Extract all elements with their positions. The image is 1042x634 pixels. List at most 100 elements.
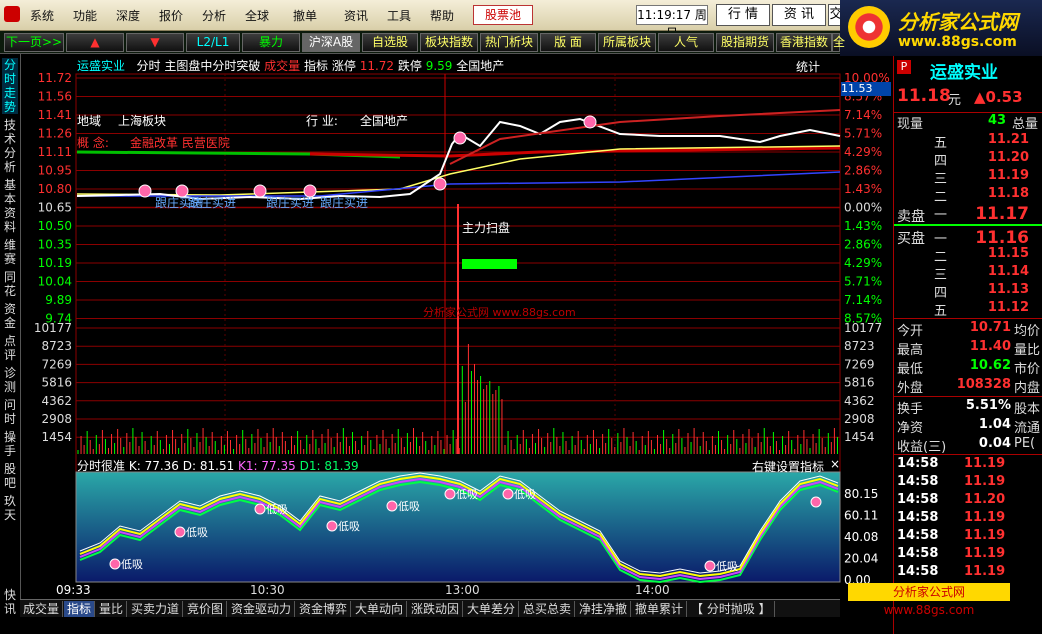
price-tick: 10.95 — [38, 164, 72, 178]
ask-price: 11.19 — [987, 168, 1029, 183]
vtab-weisai[interactable]: 维赛 — [2, 238, 18, 266]
menu-cancel-order[interactable]: 撤单 — [293, 7, 317, 24]
chart-header: 运盛实业 分时 主图盘中分时突破 成交量 指标 涨停 11.72 跌停 9.59… — [77, 57, 504, 74]
app-logo-icon — [4, 6, 20, 22]
price-tick: 11.56 — [38, 90, 72, 104]
tab-index-futures[interactable]: 股指期货 — [716, 33, 774, 52]
menu-help[interactable]: 帮助 — [430, 7, 454, 24]
toolbar: 下一页>> ▲ ▼ L2/L1 暴力 沪深A股 自选股 板块指数 热门析块 版 … — [0, 31, 845, 54]
buy-marker — [704, 560, 716, 572]
bid-price: 11.15 — [987, 246, 1029, 261]
bid-level-label: 二 — [934, 250, 948, 265]
menu-quote[interactable]: 报价 — [159, 7, 183, 24]
price-tick: 11.11 — [38, 145, 72, 159]
menu-analysis[interactable]: 分析 — [202, 7, 226, 24]
indicator-tab[interactable]: 资金驱动力 — [228, 601, 296, 617]
index-label: 指标 — [304, 59, 329, 73]
stat2-tail: PE( — [1014, 436, 1036, 451]
l2-l1-button[interactable]: L2/L1 — [186, 33, 240, 52]
vtab-flash-news[interactable]: 快讯 — [2, 588, 18, 616]
stat2-value: 0.04 — [978, 436, 1011, 451]
tab-shsz-a[interactable]: 沪深A股 — [302, 33, 360, 52]
upper-band-line — [449, 109, 841, 165]
indicator-tab[interactable]: 量比 — [96, 601, 128, 617]
stat2-row: 收益(三) 0.04 PE( — [894, 436, 1042, 455]
bid-level-label: 五 — [934, 304, 948, 319]
stat-row: 今开 10.71 均价 — [894, 320, 1042, 339]
tick-time: 14:58 — [897, 492, 939, 507]
next-page-button[interactable]: 下一页>> — [4, 33, 64, 52]
indicator-tab[interactable]: 资金博弈 — [296, 601, 352, 617]
kd-close-icon[interactable]: × — [830, 457, 840, 471]
indicator-tab[interactable]: 撤单累计 — [632, 601, 688, 617]
indicator-tab[interactable]: 大单动向 — [352, 601, 408, 617]
indicator-tab[interactable]: 涨跌动因 — [408, 601, 464, 617]
indicator-tab[interactable]: 【 分时抛吸 】 — [688, 601, 775, 617]
news-button[interactable]: 资 讯 — [772, 4, 826, 26]
indicator-tab[interactable]: 竞价图 — [184, 601, 228, 617]
bid-price: 11.16 — [975, 228, 1029, 248]
menu-depth[interactable]: 深度 — [116, 7, 140, 24]
vtab-tonghua[interactable]: 同花 — [2, 270, 18, 298]
menu-global[interactable]: 全球 — [245, 7, 269, 24]
vtab-jiutian[interactable]: 玖天 — [2, 494, 18, 522]
menu-function[interactable]: 功能 — [73, 7, 97, 24]
volume-tick-right: 4362 — [844, 394, 875, 408]
tab-watchlist[interactable]: 自选股 — [362, 33, 418, 52]
indicator-tab[interactable]: 成交量 — [20, 601, 64, 617]
quote-button[interactable]: 行 情 — [716, 4, 770, 26]
kd-title: 分时很准 — [77, 459, 126, 473]
vtab-diagnosis[interactable]: 诊测 — [2, 366, 18, 394]
quote-stock-name: 运盛实业 — [930, 63, 998, 83]
vtab-forum[interactable]: 股吧 — [2, 462, 18, 490]
follow-label-3: 跟庄买进 — [266, 196, 315, 210]
indicator-tab[interactable]: 净挂净撤 — [576, 601, 632, 617]
tab-sector-index[interactable]: 板块指数 — [420, 33, 478, 52]
blue-avg-line — [77, 171, 841, 197]
ad-banner[interactable]: 分析家公式网 www.88gs.com — [848, 583, 1010, 617]
indicator-tab[interactable]: 总买总卖 — [520, 601, 576, 617]
stats-button[interactable]: 统计 — [796, 58, 820, 75]
up-arrow-button[interactable]: ▲ — [66, 33, 124, 52]
tick-price: 11.19 — [964, 510, 1006, 525]
kd-d: D: 81.51 — [182, 459, 235, 473]
down-arrow-button[interactable]: ▼ — [126, 33, 184, 52]
price-tick: 11.41 — [38, 108, 72, 122]
ask-price: 11.18 — [987, 186, 1029, 201]
signal-marker — [138, 184, 152, 198]
tab-layout[interactable]: 版 面 — [540, 33, 596, 52]
buy-marker — [502, 488, 514, 500]
indicator-tab[interactable]: 大单差分 — [464, 601, 520, 617]
tab-own-sector[interactable]: 所属板块 — [598, 33, 656, 52]
tab-hk-index[interactable]: 香港指数 — [776, 33, 832, 52]
stat-label: 今开 — [897, 324, 924, 339]
indicator-tab[interactable]: 买卖力道 — [128, 601, 184, 617]
tab-violence[interactable]: 暴力 — [242, 33, 300, 52]
menu-news[interactable]: 资讯 — [344, 7, 368, 24]
limit-up-label: 涨停 — [331, 59, 356, 73]
menu-system[interactable]: 系统 — [30, 7, 54, 24]
kd-tick: 80.15 — [844, 487, 878, 501]
vtab-comment[interactable]: 点评 — [2, 334, 18, 362]
vtab-operator[interactable]: 操手 — [2, 430, 18, 458]
pct-tick: 2.86% — [844, 164, 882, 178]
signal-marker — [453, 131, 467, 145]
kd-tick: 40.08 — [844, 530, 878, 544]
tick-price: 11.20 — [964, 492, 1006, 507]
menu-tools[interactable]: 工具 — [387, 7, 411, 24]
stat2-value: 1.04 — [978, 417, 1011, 432]
vtab-funds[interactable]: 资金 — [2, 302, 18, 330]
stock-pool-button[interactable]: 股票池 — [473, 5, 533, 25]
vtab-fundamentals[interactable]: 基本资料 — [2, 178, 18, 234]
low-buy-tag: 低吸 — [186, 526, 208, 539]
tab-all[interactable]: 全 — [832, 33, 845, 52]
indicator-tab[interactable]: 指标 — [64, 601, 96, 617]
kd-settings-hint[interactable]: 右键设置指标 — [752, 458, 824, 475]
vtab-technical[interactable]: 技术分析 — [2, 118, 18, 174]
tab-hot-sector[interactable]: 热门析块 — [480, 33, 538, 52]
stat-tail: 内盘 — [1014, 381, 1041, 396]
tab-popularity[interactable]: 人气 — [658, 33, 714, 52]
vtab-intraday[interactable]: 分时走势 — [2, 58, 18, 114]
volume-row: 现量 43 总量 — [894, 112, 1042, 132]
vtab-ask[interactable]: 问时 — [2, 398, 18, 426]
